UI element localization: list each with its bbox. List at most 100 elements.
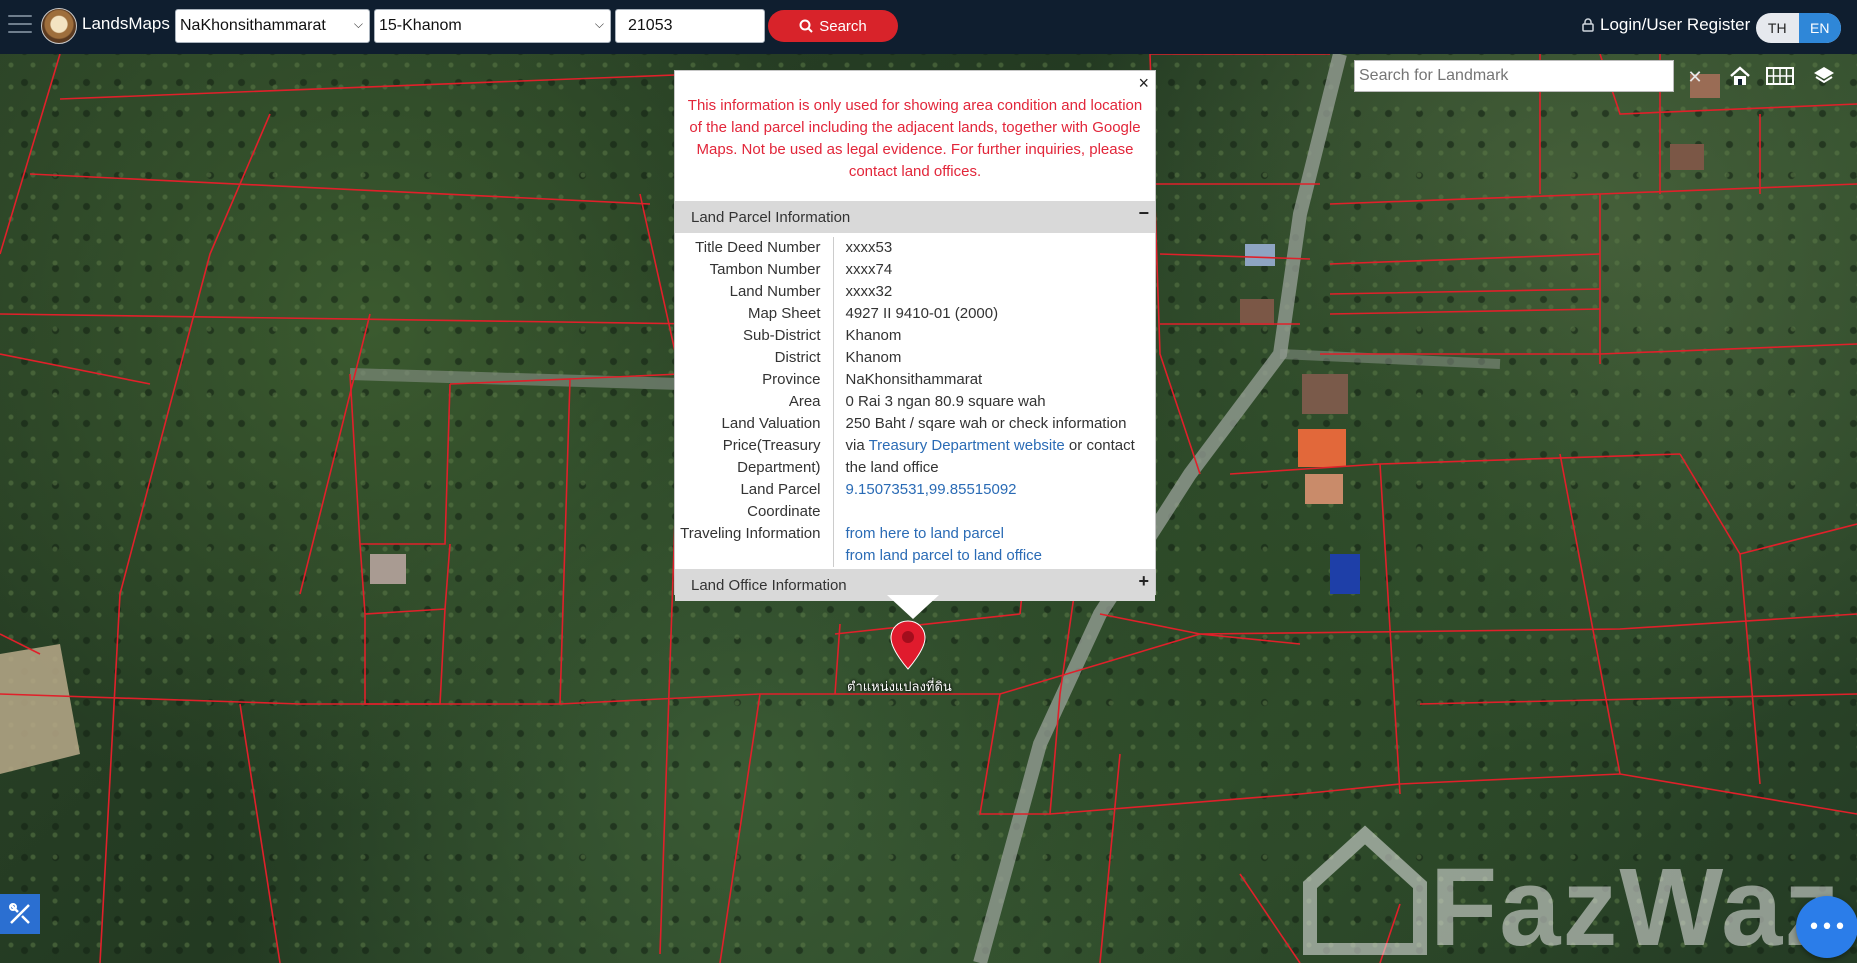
parcel-number-input[interactable] [615,9,765,43]
table-row: Land Number xxxx32 [675,281,1155,303]
building-roof [1302,374,1348,414]
title-deed-value: xxxx53 [845,239,893,256]
province-label: Province [675,369,834,391]
land-parcel-section-header[interactable]: Land Parcel Information − [675,201,1155,233]
chat-icon[interactable]: ••• [1796,896,1857,958]
map-pin-icon[interactable] [890,620,926,670]
parcel-info-table: Title Deed Number xxxx53 Tambon Number x… [675,237,1155,567]
app-title[interactable]: LandsMaps [82,14,170,34]
traveling-label: Traveling Information [675,523,834,567]
land-parcel-details: Title Deed Number xxxx53 Tambon Number x… [675,233,1155,569]
watermark-text: FazWaz [1430,846,1842,963]
valuation-value-line: 250 Baht / sqare wah or check informatio… [845,415,1127,432]
section-title: Land Office Information [691,577,847,594]
disclaimer-text: This information is only used for showin… [687,97,1143,180]
province-select-value: NaKhonsithammarat [180,17,326,34]
valuation-value-line: via Treasury Department website or conta… [846,435,1156,457]
table-row: Traveling Information from here to land … [675,523,1155,567]
route-to-parcel-link[interactable]: from here to land parcel [846,525,1004,542]
subdistrict-label: Sub-District [675,325,834,347]
building-roof [1240,299,1274,325]
building-roof [1670,144,1704,170]
coordinate-label-line: Land Parcel [740,481,821,498]
title-deed-label: Title Deed Number [675,237,834,259]
district-select-value: 15-Khanom [379,17,462,34]
road [1279,349,1501,369]
valuation-label-line: Land Valuation [721,415,821,432]
area-value: 0 Rai 3 ngan 80.9 square wah [845,393,1046,410]
lock-icon [1582,18,1594,32]
chevron-down-icon: ⌵ [353,17,363,31]
tambon-label: Tambon Number [675,259,834,281]
building-roof [1305,474,1343,504]
land-number-value: xxxx32 [845,283,893,300]
valuation-value-line: the land office [845,459,939,476]
login-label: Login/User Register [1600,15,1751,34]
expand-icon[interactable]: + [1138,571,1149,592]
clear-landmark-icon[interactable]: ✕ [1680,62,1710,92]
collapse-icon[interactable]: − [1138,203,1149,224]
coordinate-label-line: Coordinate [747,503,821,520]
landmark-search-input[interactable] [1354,60,1674,92]
valuation-label: Land Valuation Price(Treasury Department… [675,413,834,479]
coordinate-link[interactable]: 9.15073531,99.85515092 [846,481,1017,498]
search-button-label: Search [819,17,867,35]
search-icon [799,19,813,33]
land-number-label: Land Number [675,281,834,303]
search-button[interactable]: Search [768,10,898,42]
table-row: District Khanom [675,347,1155,369]
tambon-value: xxxx74 [845,261,893,278]
lang-en-button[interactable]: EN [1798,13,1841,43]
bare-land [0,644,80,774]
close-icon[interactable]: × [1138,73,1149,94]
table-row: Tambon Number xxxx74 [675,259,1155,281]
language-toggle[interactable]: TH EN [1756,13,1841,43]
layers-icon[interactable] [1806,60,1842,92]
grid-icon[interactable] [1762,60,1798,92]
table-row: Area 0 Rai 3 ngan 80.9 square wah [675,391,1155,413]
land-parcel-popup: × This information is only used for show… [674,70,1156,601]
building-roof [1245,244,1275,266]
route-to-land-office-link[interactable]: from land parcel to land office [846,547,1043,564]
building-roof [1298,429,1346,467]
treasury-department-link[interactable]: Treasury Department website [869,437,1065,454]
table-row: Province NaKhonsithammarat [675,369,1155,391]
table-row: Sub-District Khanom [675,325,1155,347]
table-row: Title Deed Number xxxx53 [675,237,1155,259]
table-row: Land Valuation Price(Treasury Department… [675,413,1155,479]
province-value: NaKhonsithammarat [845,371,983,388]
area-label: Area [675,391,834,413]
hamburger-icon[interactable] [8,15,32,35]
chevron-down-icon: ⌵ [594,17,604,31]
district-select[interactable]: 15-Khanom ⌵ [374,9,611,43]
coordinate-value: 9.15073531,99.85515092 [833,479,1155,523]
coordinate-label: Land Parcel Coordinate [675,479,834,523]
map-sheet-value: 4927 II 9410-01 (2000) [845,305,999,322]
landsmaps-logo[interactable] [41,8,77,44]
popup-pointer [887,595,939,619]
fazwaz-watermark: FazWaz [1290,820,1850,963]
parcel-location-label: ตำแหน่งแปลงที่ดิน [847,680,952,695]
valuation-text: via [845,437,869,454]
tools-icon[interactable] [0,894,40,934]
login-register-link[interactable]: Login/User Register [1582,15,1750,35]
section-title: Land Parcel Information [691,209,851,226]
table-row: Land Parcel Coordinate 9.15073531,99.855… [675,479,1155,523]
lang-th-button[interactable]: TH [1756,13,1799,43]
valuation-label-line: Department) [737,459,821,476]
home-icon[interactable] [1722,60,1758,92]
valuation-label-line: Price(Treasury [722,437,821,454]
district-label: District [675,347,834,369]
valuation-text: or contact [1064,437,1135,454]
watermark-house-icon [1303,825,1427,955]
subdistrict-value: Khanom [845,327,902,344]
table-row: Map Sheet 4927 II 9410-01 (2000) [675,303,1155,325]
top-bar: LandsMaps NaKhonsithammarat ⌵ 15-Khanom … [0,0,1857,54]
map-sheet-label: Map Sheet [675,303,834,325]
traveling-value: from here to land parcel from land parce… [833,523,1155,567]
building-roof [370,554,406,584]
building-roof [1330,554,1360,594]
district-value: Khanom [845,349,902,366]
valuation-value: 250 Baht / sqare wah or check informatio… [833,413,1155,479]
province-select[interactable]: NaKhonsithammarat ⌵ [175,9,370,43]
